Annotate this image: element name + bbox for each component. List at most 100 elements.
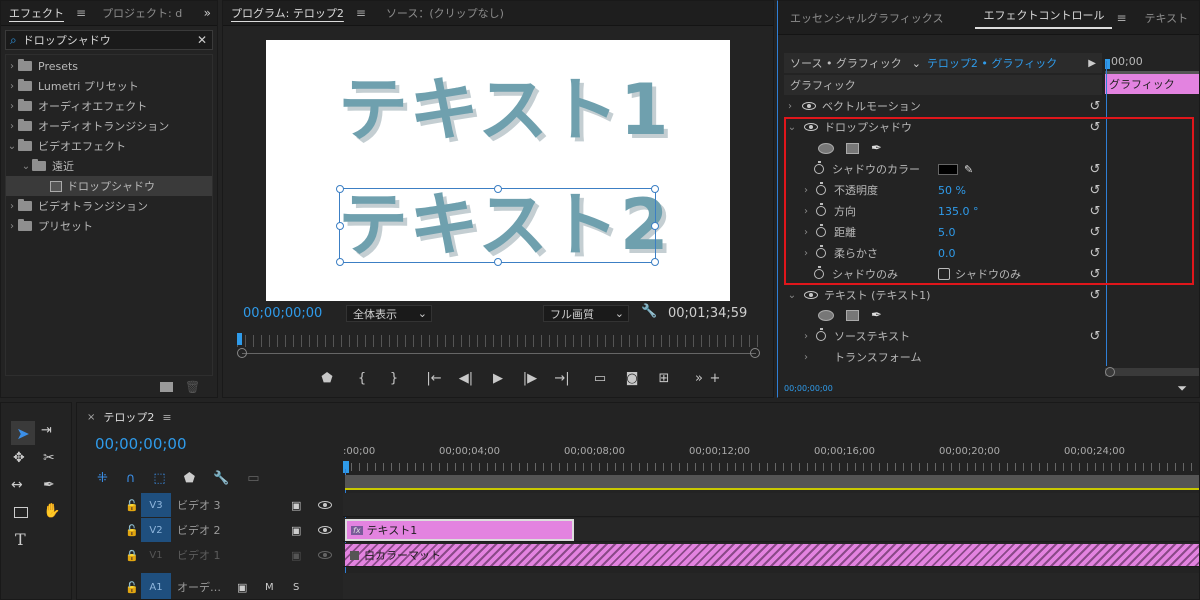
reset-icon[interactable]: ↺ bbox=[1088, 329, 1102, 344]
tree-item[interactable]: › プリセット bbox=[6, 216, 212, 236]
pen-mask-icon[interactable]: ✒ bbox=[871, 141, 882, 156]
track-target-v2[interactable]: V2 bbox=[141, 518, 171, 542]
track-target-a1[interactable]: A1 bbox=[141, 573, 171, 599]
timeline-tab[interactable]: × テロップ2 ≡ bbox=[87, 409, 172, 425]
handle-ml[interactable] bbox=[336, 222, 344, 230]
scrub-handle-right[interactable] bbox=[750, 348, 760, 358]
captions-icon[interactable]: ▭ bbox=[247, 471, 259, 486]
eye-icon[interactable] bbox=[804, 123, 818, 131]
track-lane-v2[interactable]: fx テキスト1 bbox=[343, 518, 1199, 542]
handle-tm[interactable] bbox=[494, 185, 502, 193]
eye-icon[interactable] bbox=[318, 551, 332, 559]
tab-project[interactable]: プロジェクト: d bbox=[94, 5, 190, 21]
reset-icon[interactable]: ↺ bbox=[1088, 225, 1102, 240]
eye-icon[interactable] bbox=[318, 501, 332, 509]
play-clip-icon[interactable]: ▶ bbox=[1088, 58, 1096, 69]
reset-icon[interactable]: ↺ bbox=[1088, 162, 1102, 177]
wrench-icon[interactable]: 🔧 bbox=[641, 304, 657, 319]
sync-lock-icon[interactable]: ▣ bbox=[291, 499, 301, 512]
panel-menu-icon[interactable]: ≡ bbox=[76, 6, 86, 20]
opacity-value[interactable]: 50 % bbox=[938, 184, 966, 197]
handle-tl[interactable] bbox=[336, 185, 344, 193]
scrub-handle-left[interactable] bbox=[237, 348, 247, 358]
nest-icon[interactable]: ⁜ bbox=[97, 471, 108, 486]
ripple-edit-tool-icon[interactable]: ✥ bbox=[13, 450, 25, 466]
chevron-right-icon[interactable]: › bbox=[800, 227, 812, 238]
chevron-right-icon[interactable]: › bbox=[6, 81, 18, 92]
close-tab-icon[interactable]: × bbox=[87, 412, 95, 423]
trash-icon[interactable]: 🗑 bbox=[185, 380, 200, 394]
lock-icon[interactable]: 🔓 bbox=[125, 499, 139, 512]
ec-clip-bar[interactable]: グラフィック bbox=[1105, 74, 1199, 94]
button-editor-icon[interactable]: + bbox=[708, 371, 722, 386]
ec-scrollbar[interactable] bbox=[1105, 367, 1199, 377]
eye-icon[interactable] bbox=[318, 526, 332, 534]
playhead-marker[interactable] bbox=[237, 333, 242, 345]
tree-item[interactable]: › オーディオトランジション bbox=[6, 116, 212, 136]
timeline-timecode[interactable]: 00;00;00;00 bbox=[95, 435, 187, 453]
zoom-select[interactable]: 全体表示 ⌄ bbox=[346, 305, 432, 322]
mute-button[interactable]: M bbox=[265, 582, 274, 593]
go-to-out-icon[interactable]: →| bbox=[552, 371, 572, 386]
track-target-v1[interactable]: V1 bbox=[141, 543, 171, 567]
source-clip-label[interactable]: ソース • グラフィック bbox=[784, 55, 908, 71]
mark-in-icon[interactable]: { bbox=[352, 371, 372, 386]
camera-icon[interactable]: ◙ bbox=[622, 371, 642, 386]
shadow-only-checkbox[interactable] bbox=[938, 268, 950, 280]
handle-bl[interactable] bbox=[336, 258, 344, 266]
scrub-bar[interactable] bbox=[242, 353, 756, 354]
tab-effects[interactable]: エフェクト bbox=[1, 5, 72, 21]
chevron-down-icon[interactable]: ⌄ bbox=[20, 161, 32, 172]
track-lane-v1[interactable]: 白カラーマット bbox=[343, 543, 1199, 567]
chevron-right-icon[interactable]: › bbox=[800, 206, 812, 217]
chevron-right-icon[interactable]: › bbox=[800, 331, 812, 342]
reset-icon[interactable]: ↺ bbox=[1088, 99, 1102, 114]
chevron-right-icon[interactable]: › bbox=[800, 248, 812, 259]
search-input[interactable]: ドロップシャドウ bbox=[23, 32, 197, 48]
tab-text[interactable]: テキスト bbox=[1137, 10, 1197, 26]
reset-icon[interactable]: ↺ bbox=[1088, 183, 1102, 198]
step-back-icon[interactable]: ◀| bbox=[456, 371, 476, 386]
clip-text1[interactable]: fx テキスト1 bbox=[345, 519, 574, 541]
rectangle-tool-icon[interactable] bbox=[14, 507, 28, 518]
more-controls-icon[interactable]: » bbox=[692, 371, 706, 386]
clear-search-icon[interactable]: ✕ bbox=[197, 33, 207, 47]
reset-icon[interactable]: ↺ bbox=[1088, 288, 1102, 303]
type-tool-icon[interactable]: T bbox=[15, 530, 26, 549]
tree-item[interactable]: ⌄ ビデオエフェクト bbox=[6, 136, 212, 156]
track-lane-v3[interactable] bbox=[343, 493, 1199, 517]
handle-mr[interactable] bbox=[651, 222, 659, 230]
timeline-playhead[interactable] bbox=[343, 461, 349, 473]
tab-essential-graphics[interactable]: エッセンシャルグラフィックス bbox=[782, 10, 951, 26]
vector-motion-row[interactable]: › ベクトルモーション ↺ bbox=[784, 96, 1102, 116]
tree-item[interactable]: › Presets bbox=[6, 56, 212, 76]
lock-icon[interactable]: 🔓 bbox=[125, 524, 139, 537]
quality-select[interactable]: フル画質 ⌄ bbox=[543, 305, 629, 322]
chevron-down-icon[interactable]: ⌄ bbox=[6, 141, 18, 152]
safe-margins-icon[interactable]: ▭ bbox=[590, 371, 610, 386]
mark-out-icon[interactable]: } bbox=[384, 371, 404, 386]
reset-icon[interactable]: ↺ bbox=[1088, 246, 1102, 261]
ellipse-mask-icon[interactable] bbox=[818, 309, 834, 321]
lock-icon[interactable]: 🔒 bbox=[125, 549, 139, 562]
lock-icon[interactable]: 🔓 bbox=[125, 581, 139, 594]
video-frame[interactable]: テキスト1 テキスト2 bbox=[266, 40, 730, 301]
pen-mask-icon[interactable]: ✒ bbox=[871, 308, 882, 323]
chevron-right-icon[interactable]: › bbox=[6, 121, 18, 132]
panel-menu-icon[interactable]: ≡ bbox=[162, 411, 171, 424]
tree-item[interactable]: › ビデオトランジション bbox=[6, 196, 212, 216]
track-lane-a1[interactable] bbox=[343, 573, 1199, 599]
go-to-in-icon[interactable]: |← bbox=[424, 371, 444, 386]
stopwatch-icon[interactable] bbox=[814, 161, 824, 174]
direction-value[interactable]: 135.0 ° bbox=[938, 205, 979, 218]
eye-icon[interactable] bbox=[802, 102, 816, 110]
effects-search-box[interactable]: ⌕ ドロップシャドウ ✕ bbox=[5, 30, 213, 50]
reset-icon[interactable]: ↺ bbox=[1088, 120, 1102, 135]
solo-button[interactable]: S bbox=[293, 582, 299, 593]
playhead-ruler[interactable] bbox=[237, 335, 761, 347]
filter-icon[interactable]: ⏷ bbox=[1177, 381, 1187, 396]
handle-bm[interactable] bbox=[494, 258, 502, 266]
tab-program[interactable]: プログラム: テロップ2 bbox=[223, 5, 352, 21]
tab-effect-controls[interactable]: エフェクトコントロール bbox=[975, 7, 1113, 29]
eyedropper-icon[interactable]: ✎ bbox=[964, 163, 973, 176]
